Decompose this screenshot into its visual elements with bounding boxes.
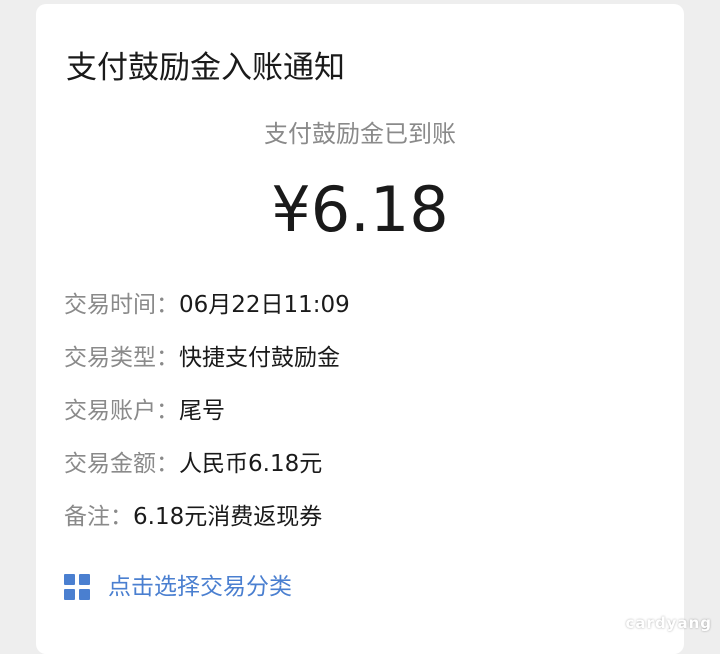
detail-row-remark: 备注：6.18元消费返现券 <box>64 502 322 532</box>
grid-icon <box>64 574 90 600</box>
detail-row-transaction-account: 交易账户：尾号 <box>64 396 225 426</box>
notification-card: 支付鼓励金入账通知 支付鼓励金已到账 ¥6.18 交易时间：06月22日11:0… <box>36 4 684 654</box>
detail-value: 06月22日11:09 <box>179 292 350 318</box>
detail-label: 交易金额： <box>64 451 179 477</box>
detail-label: 交易类型： <box>64 345 179 371</box>
select-category-link[interactable]: 点击选择交易分类 <box>64 570 292 604</box>
detail-value: 尾号 <box>179 398 225 424</box>
notification-subtitle: 支付鼓励金已到账 <box>36 118 684 150</box>
notification-title: 支付鼓励金入账通知 <box>66 48 345 88</box>
detail-row-transaction-amount: 交易金额：人民币6.18元 <box>64 449 322 479</box>
detail-value: 6.18元消费返现券 <box>133 504 322 530</box>
watermark-text: cardyang <box>626 614 712 632</box>
select-category-label: 点击选择交易分类 <box>108 572 292 602</box>
detail-row-transaction-time: 交易时间：06月22日11:09 <box>64 290 350 320</box>
detail-row-transaction-type: 交易类型：快捷支付鼓励金 <box>64 343 340 373</box>
amount-value: ¥6.18 <box>36 172 684 248</box>
detail-label: 交易时间： <box>64 292 179 318</box>
detail-value: 快捷支付鼓励金 <box>179 345 340 371</box>
detail-label: 交易账户： <box>64 398 179 424</box>
detail-label: 备注： <box>64 504 133 530</box>
detail-value: 人民币6.18元 <box>179 451 322 477</box>
